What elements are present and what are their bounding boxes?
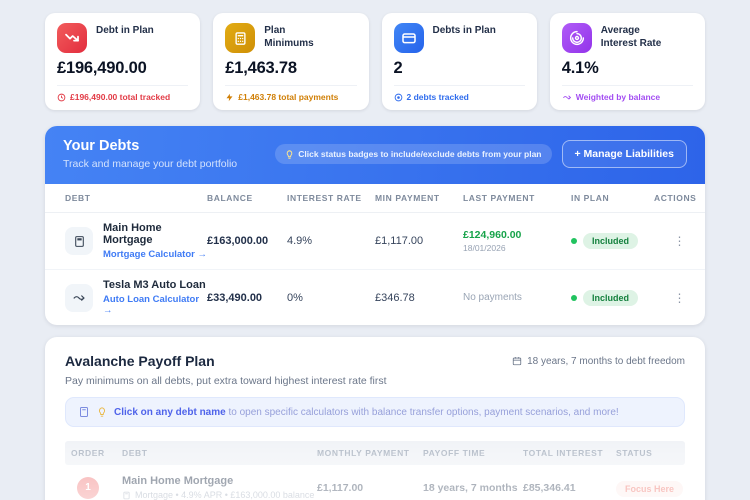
stat-title: Average Interest Rate <box>600 25 662 49</box>
stat-footer: £1,463.78 total payments <box>225 85 357 102</box>
table-row-mortgage: Main Home Mortgage Mortgage Calculator →… <box>45 213 705 270</box>
stat-value: 4.1% <box>561 59 599 77</box>
stat-title: Plan Minimums <box>264 25 314 49</box>
column-header-debt: DEBT <box>122 448 148 458</box>
avalanche-payoff-panel: Avalanche Payoff Plan 18 years, 7 months… <box>45 337 705 500</box>
panel-subtitle: Track and manage your debt portfolio <box>63 158 238 170</box>
panel-title: Your Debts <box>63 138 140 154</box>
trending-down-icon <box>57 23 87 53</box>
kebab-menu-icon[interactable]: ⋮ <box>654 234 705 248</box>
last-payment-amount: No payments <box>463 292 522 303</box>
stats-row: Debt in Plan £196,490.00 £196,490.00 tot… <box>45 13 705 110</box>
column-header-total-interest: TOTAL INTEREST <box>523 448 604 458</box>
debt-name: Tesla M3 Auto Loan <box>103 279 206 291</box>
stat-title: Debts in Plan <box>432 25 496 36</box>
status-badge[interactable]: Included <box>583 233 639 249</box>
status-dot <box>571 238 577 244</box>
your-debts-panel: Your Debts Track and manage your debt po… <box>45 126 705 325</box>
banner-text: Click on any debt name to open specific … <box>114 406 619 418</box>
stat-value: £196,490.00 <box>57 59 147 77</box>
last-payment-amount: £124,960.00 <box>463 229 522 241</box>
calculator-icon <box>78 406 90 418</box>
stat-footer: 2 debts tracked <box>393 85 525 102</box>
payoff-time-value: 18 years, 7 months <box>423 481 518 494</box>
zap-icon <box>225 93 234 102</box>
mortgage-icon <box>65 227 93 255</box>
debt-dashboard: Debt in Plan £196,490.00 £196,490.00 tot… <box>0 0 750 500</box>
column-header-balance: BALANCE <box>207 193 253 203</box>
debt-name-link[interactable]: Main Home Mortgage <box>122 475 317 487</box>
payoff-plan-subtitle: Pay minimums on all debts, put extra tow… <box>65 375 387 387</box>
status-badge[interactable]: Included <box>583 289 639 306</box>
last-payment-date: 18/01/2026 <box>463 243 506 253</box>
column-header-last-payment: LAST PAYMENT <box>463 193 535 203</box>
stat-value: 2 <box>393 59 403 77</box>
stat-card-average-interest-rate: Average Interest Rate 4.1% Weighted by b… <box>549 13 705 110</box>
bulb-icon <box>285 149 294 159</box>
wave-arrow-icon <box>562 93 572 102</box>
status-dot <box>571 294 577 301</box>
manage-liabilities-button[interactable]: + Manage Liabilities <box>561 140 687 168</box>
kebab-menu-icon[interactable]: ⋮ <box>654 291 705 305</box>
stat-footer: £196,490.00 total tracked <box>57 85 189 102</box>
column-header-min-payment: MIN PAYMENT <box>375 193 440 203</box>
calculator-icon <box>225 23 256 53</box>
column-header-interest-rate: INTEREST RATE <box>287 193 362 203</box>
mortgage-calculator-link[interactable]: Mortgage Calculator → <box>103 249 207 260</box>
stat-footer: Weighted by balance <box>561 85 693 102</box>
column-header-payoff-time: PAYOFF TIME <box>423 448 486 458</box>
focus-here-badge: Focus Here <box>616 480 684 497</box>
debts-table-header: DEBT BALANCE INTEREST RATE MIN PAYMENT L… <box>45 184 705 213</box>
mortgage-icon <box>122 491 131 500</box>
payoff-table-header: ORDER DEBT MONTHLY PAYMENT PAYOFF TIME T… <box>65 441 685 465</box>
column-header-debt: DEBT <box>65 193 91 203</box>
column-header-monthly-payment: MONTHLY PAYMENT <box>317 448 410 458</box>
auto-loan-icon <box>65 283 93 312</box>
calendar-icon <box>512 356 522 366</box>
stat-card-debt-in-plan: Debt in Plan £196,490.00 £196,490.00 tot… <box>45 13 201 110</box>
min-payment-value: £1,117.00 <box>375 235 424 247</box>
debt-name: Main Home Mortgage <box>103 222 162 246</box>
stat-title: Debt in Plan <box>96 25 154 36</box>
credit-card-icon <box>393 23 424 53</box>
stat-value: £1,463.78 <box>225 59 297 77</box>
your-debts-header: Your Debts Track and manage your debt po… <box>45 126 705 184</box>
coin-icon <box>394 93 403 102</box>
balance-value: £163,000.00 <box>207 235 269 247</box>
min-payment-value: £346.78 <box>375 291 415 304</box>
clock-icon <box>57 93 66 102</box>
table-row-auto-loan: Tesla M3 Auto Loan Auto Loan Calculator … <box>45 270 705 325</box>
auto-loan-calculator-link[interactable]: Auto Loan Calculator → <box>103 294 207 316</box>
payoff-plan-title: Avalanche Payoff Plan <box>65 353 215 369</box>
column-header-order: ORDER <box>71 448 105 458</box>
spiral-icon <box>561 23 592 53</box>
total-interest-value: £85,346.41 <box>523 481 576 494</box>
calculator-hint-banner: Click on any debt name to open specific … <box>65 397 685 427</box>
status-hint-pill: Click status badges to include/exclude d… <box>275 144 552 164</box>
column-header-actions: ACTIONS <box>654 193 697 203</box>
order-badge: 1 <box>77 476 99 499</box>
column-header-in-plan: IN PLAN <box>571 193 610 203</box>
balance-value: £33,490.00 <box>207 291 263 304</box>
payoff-row-mortgage: 1 Main Home Mortgage Mortgage • 4.9% APR… <box>65 465 685 500</box>
column-header-status: STATUS <box>616 448 653 458</box>
debt-detail: Mortgage • 4.9% APR • £163,000.00 balanc… <box>122 490 317 500</box>
stat-card-debts-in-plan: Debts in Plan 2 2 debts tracked <box>381 13 537 110</box>
debt-freedom-note: 18 years, 7 months to debt freedom <box>512 356 685 367</box>
stat-card-plan-minimums: Plan Minimums £1,463.78 £1,463.78 total … <box>213 13 369 110</box>
interest-rate-value: 0% <box>287 291 303 304</box>
bulb-icon <box>97 407 107 417</box>
interest-rate-value: 4.9% <box>287 235 313 247</box>
monthly-payment-value: £1,117.00 <box>317 481 364 494</box>
